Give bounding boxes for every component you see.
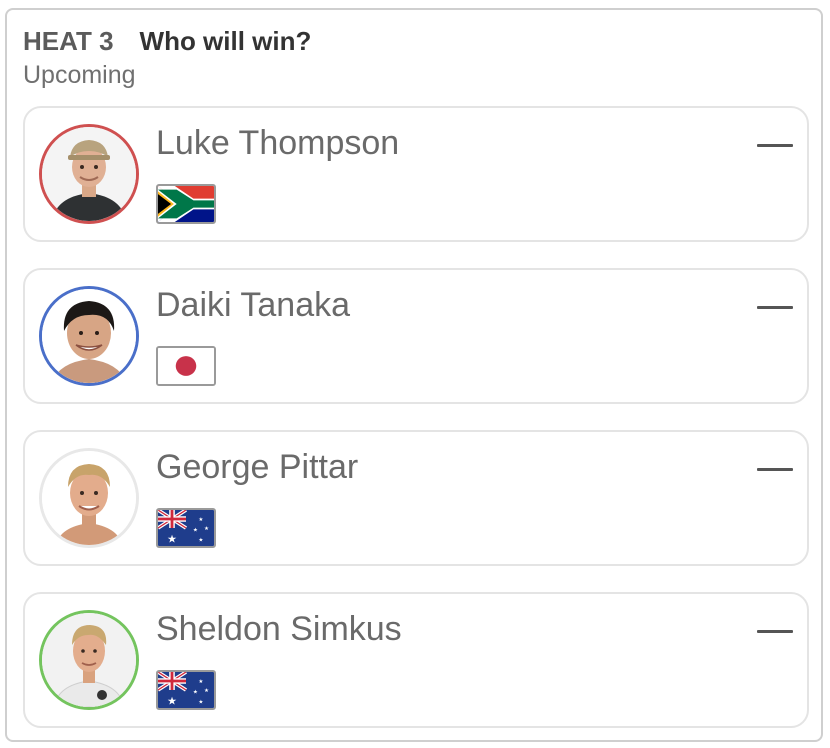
svg-text:★: ★ <box>204 688 209 694</box>
avatar <box>39 124 139 224</box>
south-africa-flag-icon <box>156 184 216 224</box>
avatar <box>39 610 139 710</box>
avatar <box>39 286 139 386</box>
svg-text:★: ★ <box>204 526 209 532</box>
heat-header: HEAT 3 Who will win? Upcoming <box>23 26 311 90</box>
avatar <box>39 448 139 548</box>
svg-text:★: ★ <box>193 690 198 696</box>
score-placeholder-dash <box>757 630 793 633</box>
heat-number: HEAT 3 <box>23 26 114 56</box>
svg-text:★: ★ <box>193 528 198 534</box>
heat-question: Who will win? <box>139 26 312 56</box>
score-placeholder-dash <box>757 306 793 309</box>
surfer-name: Sheldon Simkus <box>156 610 402 648</box>
surfer-row-daiki-tanaka[interactable]: Daiki Tanaka <box>23 268 809 404</box>
australia-flag-icon: ★ ★ ★ ★ ★ <box>156 508 216 548</box>
surfer-name: Daiki Tanaka <box>156 286 351 324</box>
svg-text:★: ★ <box>167 533 177 546</box>
surfer-name: George Pittar <box>156 448 359 486</box>
svg-text:★: ★ <box>198 700 203 706</box>
svg-text:★: ★ <box>198 517 203 523</box>
surfer-row-george-pittar[interactable]: George Pittar ★ ★ ★ ★ ★ <box>23 430 809 566</box>
japan-flag-icon <box>156 346 216 386</box>
surfer-row-luke-thompson[interactable]: Luke Thompson <box>23 106 809 242</box>
surfer-row-sheldon-simkus[interactable]: Sheldon Simkus ★ ★ ★ ★ ★ <box>23 592 809 728</box>
heat-status: Upcoming <box>23 61 136 89</box>
australia-flag-icon: ★ ★ ★ ★ ★ <box>156 670 216 710</box>
heat-card: HEAT 3 Who will win? Upcoming Luke Thomp… <box>5 8 823 742</box>
svg-text:★: ★ <box>198 679 203 685</box>
score-placeholder-dash <box>757 144 793 147</box>
svg-text:★: ★ <box>198 538 203 544</box>
surfer-name: Luke Thompson <box>156 124 400 162</box>
svg-text:★: ★ <box>167 695 177 708</box>
score-placeholder-dash <box>757 468 793 471</box>
